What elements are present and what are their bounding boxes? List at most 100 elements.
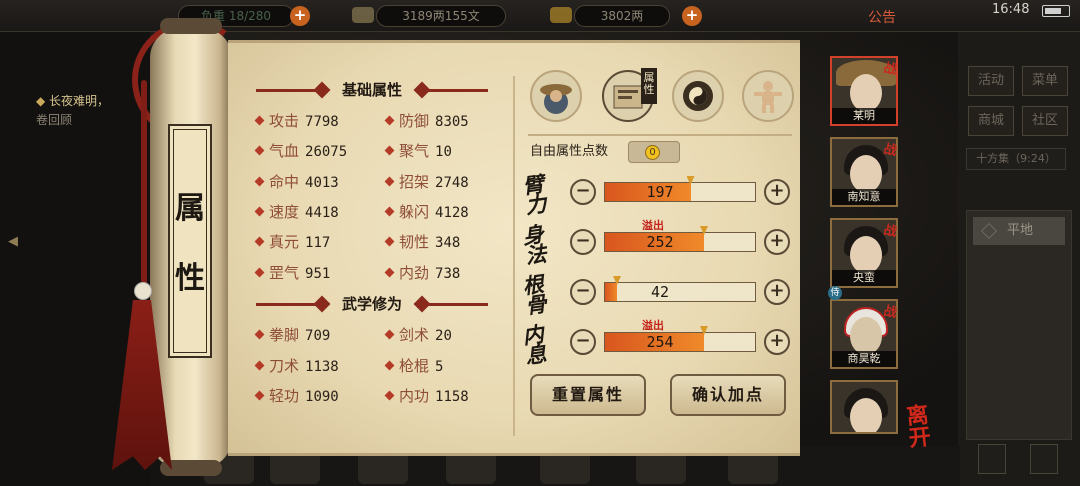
add-gold-button[interactable]: + xyxy=(682,6,702,26)
menu-button[interactable]: 菜单 xyxy=(1022,66,1068,96)
attr-name: 躲闪 xyxy=(399,202,430,221)
news-line-1: 长夜难明， xyxy=(49,94,110,108)
portrait-face xyxy=(850,317,882,355)
basic-attr-8: 真元 117 xyxy=(254,231,330,253)
news-line-2: 卷回顾 xyxy=(36,113,73,127)
stat-bar-0: 197 xyxy=(604,176,756,202)
reset-attributes-button[interactable]: 重置属性 xyxy=(530,374,646,416)
attr-value: 2748 xyxy=(435,174,469,191)
clock: 16:48 xyxy=(992,2,1030,17)
attr-value: 738 xyxy=(435,265,461,282)
attr-name: 聚气 xyxy=(399,142,430,161)
terrain-item[interactable]: 平地 xyxy=(973,217,1065,245)
bottom-right-button-1[interactable] xyxy=(978,444,1006,474)
bottom-right-button-2[interactable] xyxy=(1030,444,1058,474)
gold-ingot-icon xyxy=(550,7,572,23)
stat-label-2: 根骨 xyxy=(520,271,549,319)
attr-name: 剑术 xyxy=(399,326,430,344)
party-member-name: 南知意 xyxy=(832,189,896,205)
party-member-name: 某明 xyxy=(832,108,896,124)
attr-value: 4013 xyxy=(305,174,339,191)
basic-attrs-heading: 基础属性 xyxy=(256,78,488,102)
money-value: 3189两155文 xyxy=(376,5,506,27)
attr-value: 20 xyxy=(435,328,452,344)
community-button[interactable]: 社区 xyxy=(1022,106,1068,136)
stat-plus-button-0[interactable]: + xyxy=(764,179,790,205)
add-weight-button[interactable]: + xyxy=(290,6,310,26)
basic-attr-6: 速度 4418 xyxy=(254,201,339,223)
active-tab-label: 属性 xyxy=(641,68,657,104)
attr-value: 709 xyxy=(305,328,331,344)
attr-value: 1158 xyxy=(435,389,469,405)
overflow-label: 溢出 xyxy=(642,319,664,332)
basic-attr-1: 防御 8305 xyxy=(384,110,469,132)
stat-plus-button-2[interactable]: + xyxy=(764,279,790,305)
attr-value: 4128 xyxy=(435,204,469,221)
leave-button[interactable]: 离开 xyxy=(905,402,950,456)
activity-button[interactable]: 活动 xyxy=(968,66,1014,96)
martial-attr-3: 枪棍 5 xyxy=(384,355,443,377)
stat-minus-button-1[interactable]: − xyxy=(570,229,596,255)
left-arrow-icon[interactable]: ◀ xyxy=(8,234,18,249)
attr-name: 拳脚 xyxy=(269,326,300,344)
stat-minus-button-0[interactable]: − xyxy=(570,179,596,205)
attr-name: 气血 xyxy=(269,142,300,161)
attr-value: 348 xyxy=(435,235,461,252)
portrait-face xyxy=(850,236,882,274)
attr-name: 真元 xyxy=(269,233,300,252)
diamond-icon xyxy=(981,223,997,239)
portrait-face xyxy=(850,398,882,432)
attr-value: 10 xyxy=(435,144,452,161)
martial-attr-5: 内功 1158 xyxy=(384,385,469,407)
free-points-label: 自由属性点数 xyxy=(530,144,609,159)
stat-plus-button-1[interactable]: + xyxy=(764,229,790,255)
battery-icon xyxy=(1042,5,1070,17)
stat-label-3: 内息 xyxy=(520,321,549,369)
attr-name: 防御 xyxy=(399,112,430,130)
basic-attr-3: 聚气 10 xyxy=(384,140,452,162)
portrait-face xyxy=(850,155,882,193)
attr-value: 26075 xyxy=(305,144,348,161)
news-ticker[interactable]: ◆ 长夜难明， 卷回顾 xyxy=(36,92,136,130)
attr-name: 内劲 xyxy=(399,263,430,282)
shop-button[interactable]: 商城 xyxy=(968,106,1014,136)
meridian-tab-icon[interactable] xyxy=(742,70,794,122)
portrait-face xyxy=(850,74,882,112)
stat-minus-button-2[interactable]: − xyxy=(570,279,596,305)
stat-minus-button-3[interactable]: − xyxy=(570,329,596,355)
tassel-cord xyxy=(141,80,147,290)
attr-value: 1090 xyxy=(305,389,339,405)
confirm-points-button[interactable]: 确认加点 xyxy=(670,374,786,416)
attr-name: 刀术 xyxy=(269,356,300,375)
notice-button[interactable]: 公告 xyxy=(868,7,896,27)
basic-attr-10: 罡气 951 xyxy=(254,262,330,284)
stat-value: 42 xyxy=(650,283,670,301)
party-member-4[interactable] xyxy=(830,380,898,434)
stat-value: 254 xyxy=(646,333,674,351)
stat-bar-1: 252 xyxy=(604,226,756,252)
martial-attr-4: 轻功 1090 xyxy=(254,385,339,407)
martial-attrs-title: 武学修为 xyxy=(341,295,402,313)
attr-value: 4418 xyxy=(305,204,339,221)
basic-attr-0: 攻击 7798 xyxy=(254,110,339,132)
basic-attr-9: 韧性 348 xyxy=(384,231,460,253)
attr-value: 5 xyxy=(435,358,444,375)
martial-attr-1: 剑术 20 xyxy=(384,324,452,346)
basic-attr-2: 气血 26075 xyxy=(254,140,347,162)
party-member-name: 央蛮 xyxy=(832,270,896,286)
attr-value: 7798 xyxy=(305,114,339,130)
martial-attr-2: 刀术 1138 xyxy=(254,355,339,377)
overflow-label: 溢出 xyxy=(642,219,664,232)
attr-name: 枪棍 xyxy=(399,356,430,375)
stat-bar-3: 254 xyxy=(604,326,756,352)
stat-label-1: 身法 xyxy=(520,221,549,269)
basic-attr-4: 命中 4013 xyxy=(254,171,339,193)
attr-name: 轻功 xyxy=(269,387,300,405)
stat-bar-2: 42 xyxy=(604,276,756,302)
panel-divider xyxy=(513,76,515,436)
weight-value: 18/280 xyxy=(228,9,272,23)
bagua-tab-icon[interactable] xyxy=(672,70,724,122)
character-tab-icon[interactable] xyxy=(530,70,582,122)
stat-plus-button-3[interactable]: + xyxy=(764,329,790,355)
attr-name: 罡气 xyxy=(269,263,300,282)
